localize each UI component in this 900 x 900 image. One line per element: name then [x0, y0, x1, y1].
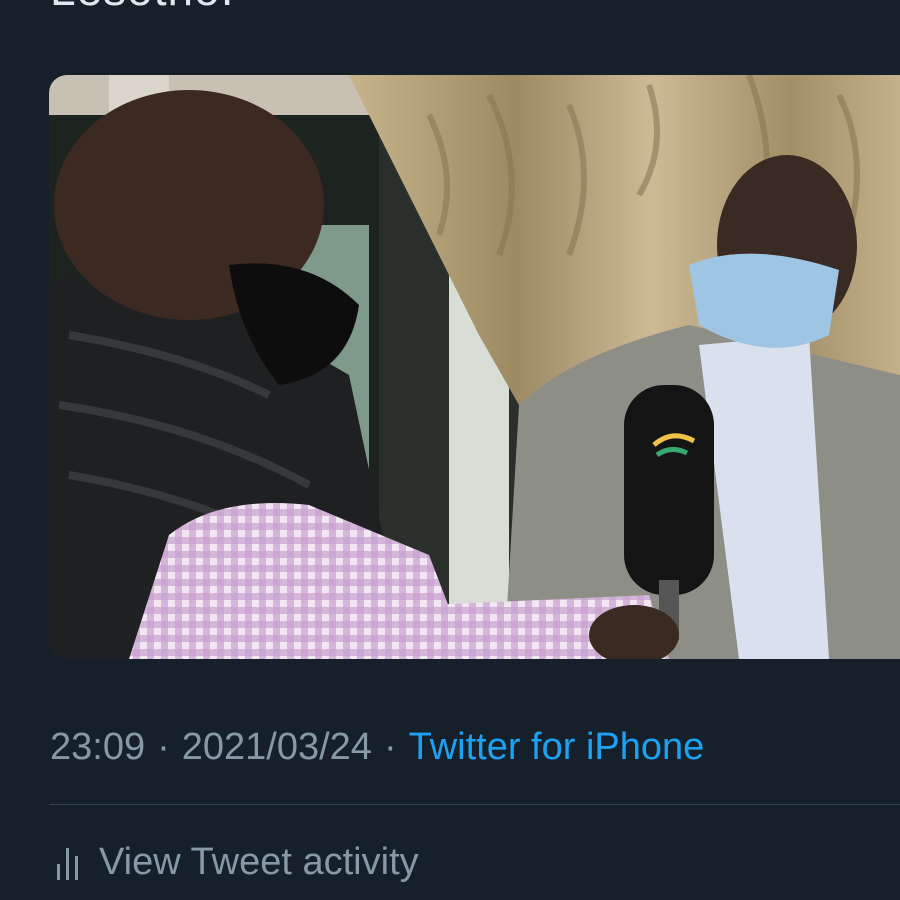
- meta-separator: ·: [383, 725, 397, 768]
- divider: [49, 804, 900, 805]
- view-tweet-activity-button[interactable]: View Tweet activity: [55, 836, 419, 888]
- tweet-text: Lesotho.: [50, 0, 234, 16]
- tweet-date[interactable]: 2021/03/24: [182, 726, 372, 769]
- view-tweet-activity-label: View Tweet activity: [99, 840, 419, 883]
- tweet-source-link[interactable]: Twitter for iPhone: [409, 726, 705, 769]
- bar-chart-icon: [57, 848, 78, 880]
- tweet-photo[interactable]: [49, 75, 900, 659]
- tweet-meta: 23:09 · 2021/03/24 · Twitter for iPhone: [50, 722, 704, 772]
- interview-photo: [49, 75, 900, 659]
- meta-separator: ·: [157, 725, 170, 768]
- tweet-time: 23:09: [50, 725, 146, 768]
